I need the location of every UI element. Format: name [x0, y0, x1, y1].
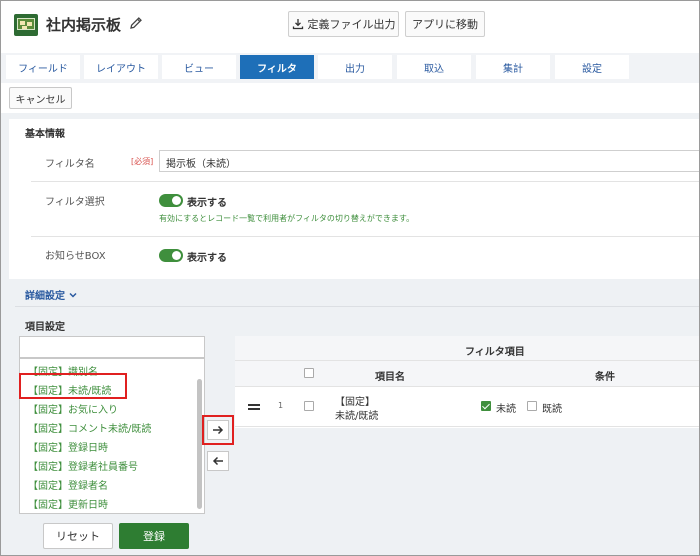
app-header: 社内掲示板 定義ファイル出力 アプリに移動 — [1, 1, 699, 49]
field-item-updated-at[interactable]: 【固定】更新日時 — [28, 496, 108, 511]
detail-settings-link[interactable]: 詳細設定 — [25, 287, 78, 302]
action-bar — [1, 83, 699, 113]
highlight-box — [202, 415, 234, 445]
field-search-input[interactable] — [19, 336, 205, 358]
row-checkbox[interactable] — [304, 401, 314, 411]
tab-import[interactable]: 取込 — [397, 55, 471, 79]
field-item-created-at[interactable]: 【固定】登録日時 — [28, 439, 108, 454]
goto-app-button[interactable]: アプリに移動 — [405, 11, 485, 37]
tab-layout[interactable]: レイアウト — [84, 55, 158, 79]
read-label: 既読 — [542, 404, 562, 415]
field-item-favorite[interactable]: 【固定】お気に入り — [28, 401, 118, 416]
divider — [15, 306, 699, 307]
column-item-name: 項目名 — [375, 372, 405, 383]
tab-view[interactable]: ビュー — [162, 55, 236, 79]
notice-box-label: お知らせBOX — [45, 251, 106, 262]
bulletin-board-icon — [14, 14, 38, 36]
filter-items-table: フィルタ項目 項目名 条件 1 【固定】 未読/既読 未読 既読 — [235, 336, 699, 428]
drag-handle-icon[interactable] — [248, 404, 260, 410]
filter-table-header: フィルタ項目 — [235, 336, 699, 361]
notice-box-toggle[interactable] — [159, 249, 183, 262]
tab-settings[interactable]: 設定 — [555, 55, 629, 79]
item-settings-title: 項目設定 — [25, 322, 65, 333]
cancel-button[interactable]: キャンセル — [9, 87, 72, 109]
tab-aggregate[interactable]: 集計 — [476, 55, 550, 79]
detail-settings-label: 詳細設定 — [25, 291, 65, 302]
row-item-name: 未読/既読 — [335, 411, 379, 422]
filter-name-label: フィルタ名 — [45, 159, 95, 170]
tab-filter[interactable]: フィルタ — [240, 55, 314, 79]
read-checkbox[interactable] — [527, 401, 537, 411]
app-title: 社内掲示板 — [46, 16, 122, 34]
select-all-checkbox[interactable] — [304, 368, 314, 378]
row-index: 1 — [278, 401, 284, 410]
divider — [31, 236, 699, 237]
filter-select-label: フィルタ選択 — [45, 197, 105, 208]
app-window: 社内掲示板 定義ファイル出力 アプリに移動 フィールド レイアウト ビュー フィ… — [0, 0, 700, 556]
chevron-down-icon — [69, 292, 77, 298]
register-button[interactable]: 登録 — [119, 523, 189, 549]
filter-select-toggle-label: 表示する — [187, 198, 227, 209]
divider — [31, 181, 699, 182]
filter-name-input[interactable]: 掲示板（未読） — [159, 150, 699, 172]
move-left-button[interactable] — [207, 451, 229, 471]
filter-table-column-header: 項目名 条件 — [235, 361, 699, 387]
tab-bar: フィールド レイアウト ビュー フィルタ 出力 取込 集計 設定 — [1, 55, 699, 79]
column-condition: 条件 — [595, 372, 615, 383]
export-definition-label: 定義ファイル出力 — [307, 18, 396, 31]
basic-info-section — [9, 119, 699, 279]
highlight-box — [19, 373, 127, 399]
field-item-creator-employee-id[interactable]: 【固定】登録者社員番号 — [28, 458, 138, 473]
arrow-left-icon — [212, 456, 223, 466]
download-icon — [292, 19, 303, 30]
basic-info-title: 基本情報 — [25, 129, 65, 140]
unread-label: 未読 — [496, 404, 516, 415]
notice-box-toggle-label: 表示する — [187, 253, 227, 264]
field-item-creator-name[interactable]: 【固定】登録者名 — [28, 477, 108, 492]
tab-output[interactable]: 出力 — [318, 55, 392, 79]
reset-button[interactable]: リセット — [43, 523, 113, 549]
unread-checkbox[interactable] — [481, 401, 491, 411]
filter-table-title: フィルタ項目 — [465, 347, 525, 358]
pencil-icon[interactable] — [128, 15, 144, 31]
field-item-comment-read-status[interactable]: 【固定】コメント未読/既読 — [28, 420, 151, 435]
required-badge: [必須] — [131, 157, 154, 166]
table-row: 1 【固定】 未読/既読 未読 既読 — [235, 387, 699, 427]
filter-select-toggle[interactable] — [159, 194, 183, 207]
filter-select-help: 有効にするとレコード一覧で利用者がフィルタの切り替えができます。 — [159, 214, 415, 223]
row-item-name-prefix: 【固定】 — [335, 397, 375, 408]
tab-field[interactable]: フィールド — [6, 55, 80, 79]
export-definition-button[interactable]: 定義ファイル出力 — [288, 11, 399, 37]
